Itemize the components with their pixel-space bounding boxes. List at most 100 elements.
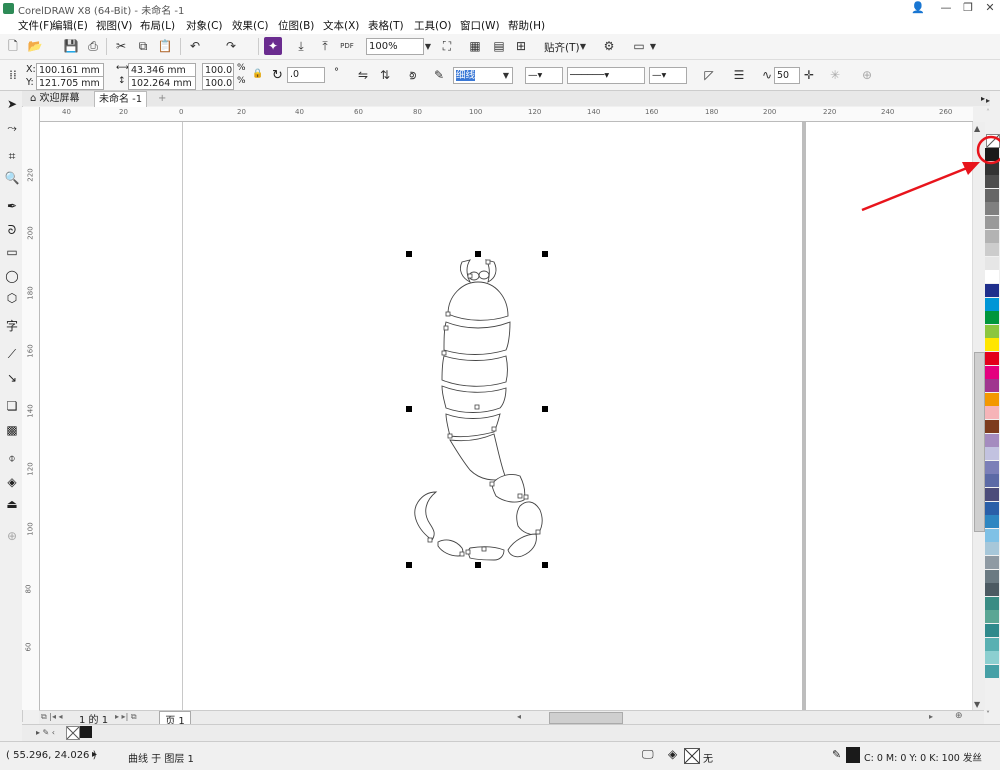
palette-swatch[interactable]	[985, 664, 999, 678]
palette-swatch[interactable]	[985, 243, 999, 257]
menu-help[interactable]: 帮助(H)	[508, 18, 545, 33]
artistic-media-tool-icon[interactable]: ᘐ	[3, 221, 21, 239]
object-origin-icon[interactable]: ⁞⁞	[4, 66, 22, 84]
import-icon[interactable]: ⤓	[292, 37, 310, 55]
search-content-icon[interactable]: ✦	[264, 37, 282, 55]
application-launcher-icon[interactable]: ▭	[630, 37, 648, 55]
palette-swatch[interactable]	[985, 352, 999, 365]
doc-no-color-swatch[interactable]	[66, 726, 80, 740]
hscroll-right-icon[interactable]: ▸	[929, 712, 933, 721]
docker-expand-icon[interactable]: ▸	[986, 96, 990, 105]
new-document-icon[interactable]: 🗋	[4, 37, 22, 55]
horizontal-ruler[interactable]: 40 20 0 20 40 60 80 100 120 140 160 180 …	[39, 107, 973, 122]
smoothness-slider-icon[interactable]: ✛	[800, 66, 818, 84]
minimize-button[interactable]: —	[936, 1, 956, 15]
palette-swatch[interactable]	[985, 637, 999, 651]
menu-table[interactable]: 表格(T)	[368, 18, 404, 33]
crop-tool-icon[interactable]: ⌗	[3, 147, 21, 165]
palette-swatch[interactable]	[985, 556, 999, 569]
status-expand-icon[interactable]: ▸	[92, 749, 97, 760]
scorpion-curve-drawing[interactable]	[400, 245, 560, 575]
palette-swatch[interactable]	[985, 515, 999, 529]
mirror-horizontal-icon[interactable]: ⇋	[354, 66, 372, 84]
cut-icon[interactable]: ✂	[112, 37, 130, 55]
freehand-tool-icon[interactable]: ✒	[3, 197, 21, 215]
zoom-level-field[interactable]: 100%	[366, 38, 424, 55]
publish-pdf-icon[interactable]: PDF	[338, 37, 356, 55]
connector-tool-icon[interactable]: ↘	[3, 369, 21, 387]
shape-tool-icon[interactable]: ⤳	[3, 119, 21, 137]
y-position-field[interactable]: 121.705 mm	[36, 76, 104, 90]
palette-swatch[interactable]	[985, 324, 999, 338]
palette-swatch[interactable]	[985, 488, 999, 501]
outline-width-dropdown-icon[interactable]: ▼	[501, 67, 511, 85]
paste-icon[interactable]: 📋	[156, 37, 174, 55]
menu-tools[interactable]: 工具(O)	[414, 18, 451, 33]
parallel-dimension-tool-icon[interactable]: ⟋	[3, 345, 21, 363]
palette-swatch[interactable]	[985, 379, 999, 393]
interactive-fill-tool-icon[interactable]: ◈	[3, 473, 21, 491]
palette-swatch[interactable]	[985, 297, 999, 311]
menu-text[interactable]: 文本(X)	[323, 18, 359, 33]
mirror-vertical-icon[interactable]: ⇅	[376, 66, 394, 84]
add-tab-button[interactable]: +	[154, 91, 170, 106]
open-icon[interactable]: 📂	[26, 37, 44, 55]
palette-swatch[interactable]	[985, 338, 999, 352]
launcher-dropdown-icon[interactable]: ▼	[648, 38, 658, 56]
tab-document[interactable]: 未命名 -1	[94, 91, 148, 107]
palette-swatch[interactable]	[985, 528, 999, 542]
text-wrap-icon[interactable]: ☰	[730, 66, 748, 84]
account-icon[interactable]: 👤	[908, 1, 928, 15]
scale-width-field[interactable]: 100.0	[202, 63, 234, 77]
palette-swatch[interactable]	[985, 610, 999, 624]
text-tool-icon[interactable]: 字	[3, 317, 21, 335]
show-rulers-icon[interactable]: ▦	[466, 37, 484, 55]
edit-curve-icon[interactable]: ⟄	[404, 66, 422, 84]
palette-scroll-down-icon[interactable]: ˅	[986, 710, 990, 719]
color-proof-icon[interactable]: 🖵	[642, 747, 654, 762]
palette-swatch[interactable]	[985, 365, 999, 379]
palette-swatch[interactable]	[985, 229, 999, 243]
tab-welcome-screen[interactable]: ⌂ 欢迎屏幕	[26, 91, 84, 106]
close-button[interactable]: ✕	[980, 1, 1000, 15]
end-arrowhead-dropdown[interactable]: —▾	[649, 67, 687, 84]
show-guidelines-icon[interactable]: ⊞	[512, 37, 530, 55]
menu-object[interactable]: 对象(C)	[186, 18, 223, 33]
export-icon[interactable]: ⤒	[316, 37, 334, 55]
palette-swatch[interactable]	[985, 542, 999, 556]
vertical-ruler[interactable]: 220 200 180 160 140 120 100 80 60	[22, 107, 40, 710]
scale-height-field[interactable]: 100.0	[202, 76, 234, 90]
palette-swatch[interactable]	[985, 270, 999, 284]
transparency-tool-icon[interactable]: ▩	[3, 421, 21, 439]
palette-swatch[interactable]	[985, 284, 999, 297]
palette-swatch[interactable]	[985, 447, 999, 461]
quick-customize-icon[interactable]: ✳	[826, 66, 844, 84]
page-nav-buttons[interactable]: ⧉ |◂ ◂	[41, 712, 63, 722]
rectangle-tool-icon[interactable]: ▭	[3, 243, 21, 261]
zoom-navigator-icon[interactable]: ⊕	[955, 711, 963, 721]
palette-swatch[interactable]	[985, 392, 999, 406]
pick-tool-icon[interactable]: ➤	[3, 95, 21, 113]
menu-window[interactable]: 窗口(W)	[460, 18, 500, 33]
palette-swatch[interactable]	[985, 569, 999, 583]
outline-color-swatch[interactable]	[846, 747, 860, 763]
menu-layout[interactable]: 布局(L)	[140, 18, 175, 33]
show-grid-icon[interactable]: ▤	[490, 37, 508, 55]
x-position-field[interactable]: 100.161 mm	[36, 63, 104, 77]
palette-swatch[interactable]	[985, 583, 999, 597]
start-arrowhead-dropdown[interactable]: —▾	[525, 67, 563, 84]
palette-scroll-up-icon[interactable]: ˄	[986, 108, 990, 117]
palette-swatch[interactable]	[985, 406, 999, 420]
snap-to-dropdown[interactable]: 贴齐(T)	[544, 40, 580, 55]
line-style-dropdown[interactable]: ──────▾	[567, 67, 645, 84]
lock-ratio-icon[interactable]: 🔒	[252, 69, 263, 79]
add-icon[interactable]: ⊕	[858, 66, 876, 84]
add-tool-icon[interactable]: ⊕	[3, 527, 21, 545]
smart-fill-tool-icon[interactable]: ⏏	[3, 495, 21, 513]
palette-swatch[interactable]	[985, 596, 999, 610]
smoothness-field[interactable]: 50	[774, 67, 800, 84]
height-field[interactable]: 102.264 mm	[128, 76, 196, 90]
palette-swatch[interactable]	[985, 624, 999, 637]
document-palette-flyout-icon[interactable]: ▸ ✎ ‹	[36, 728, 55, 737]
scroll-down-icon[interactable]: ▼	[974, 700, 980, 709]
